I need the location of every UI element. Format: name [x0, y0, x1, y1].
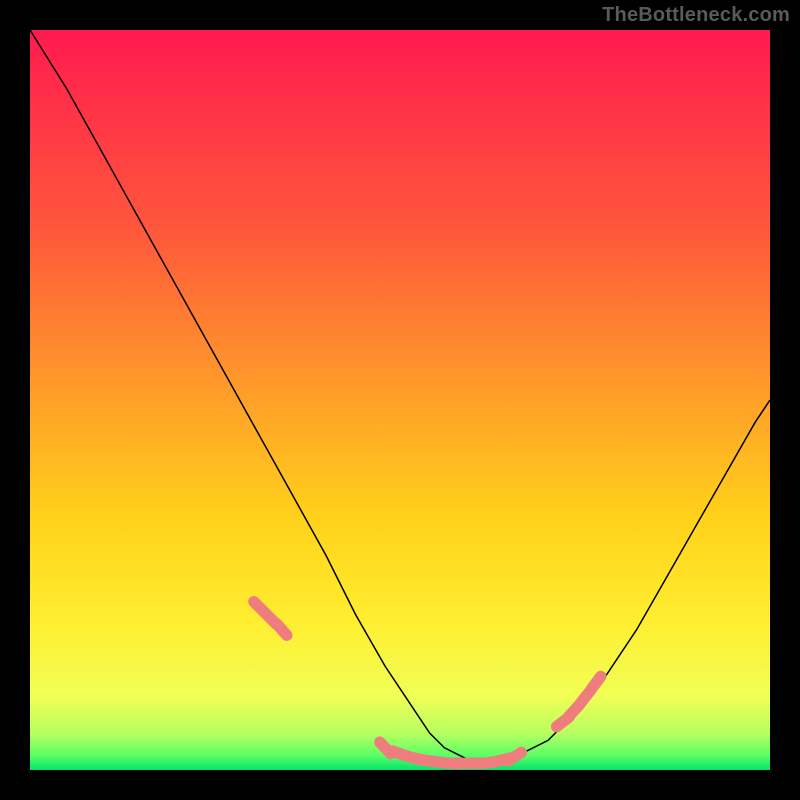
highlight-dot [508, 752, 521, 760]
highlight-dot [276, 624, 286, 636]
plot-svg [30, 30, 770, 770]
highlight-dot [591, 676, 600, 688]
chart-frame: TheBottleneck.com [0, 0, 800, 800]
gradient-background [30, 30, 770, 770]
plot-area [30, 30, 770, 770]
source-watermark: TheBottleneck.com [602, 4, 790, 27]
